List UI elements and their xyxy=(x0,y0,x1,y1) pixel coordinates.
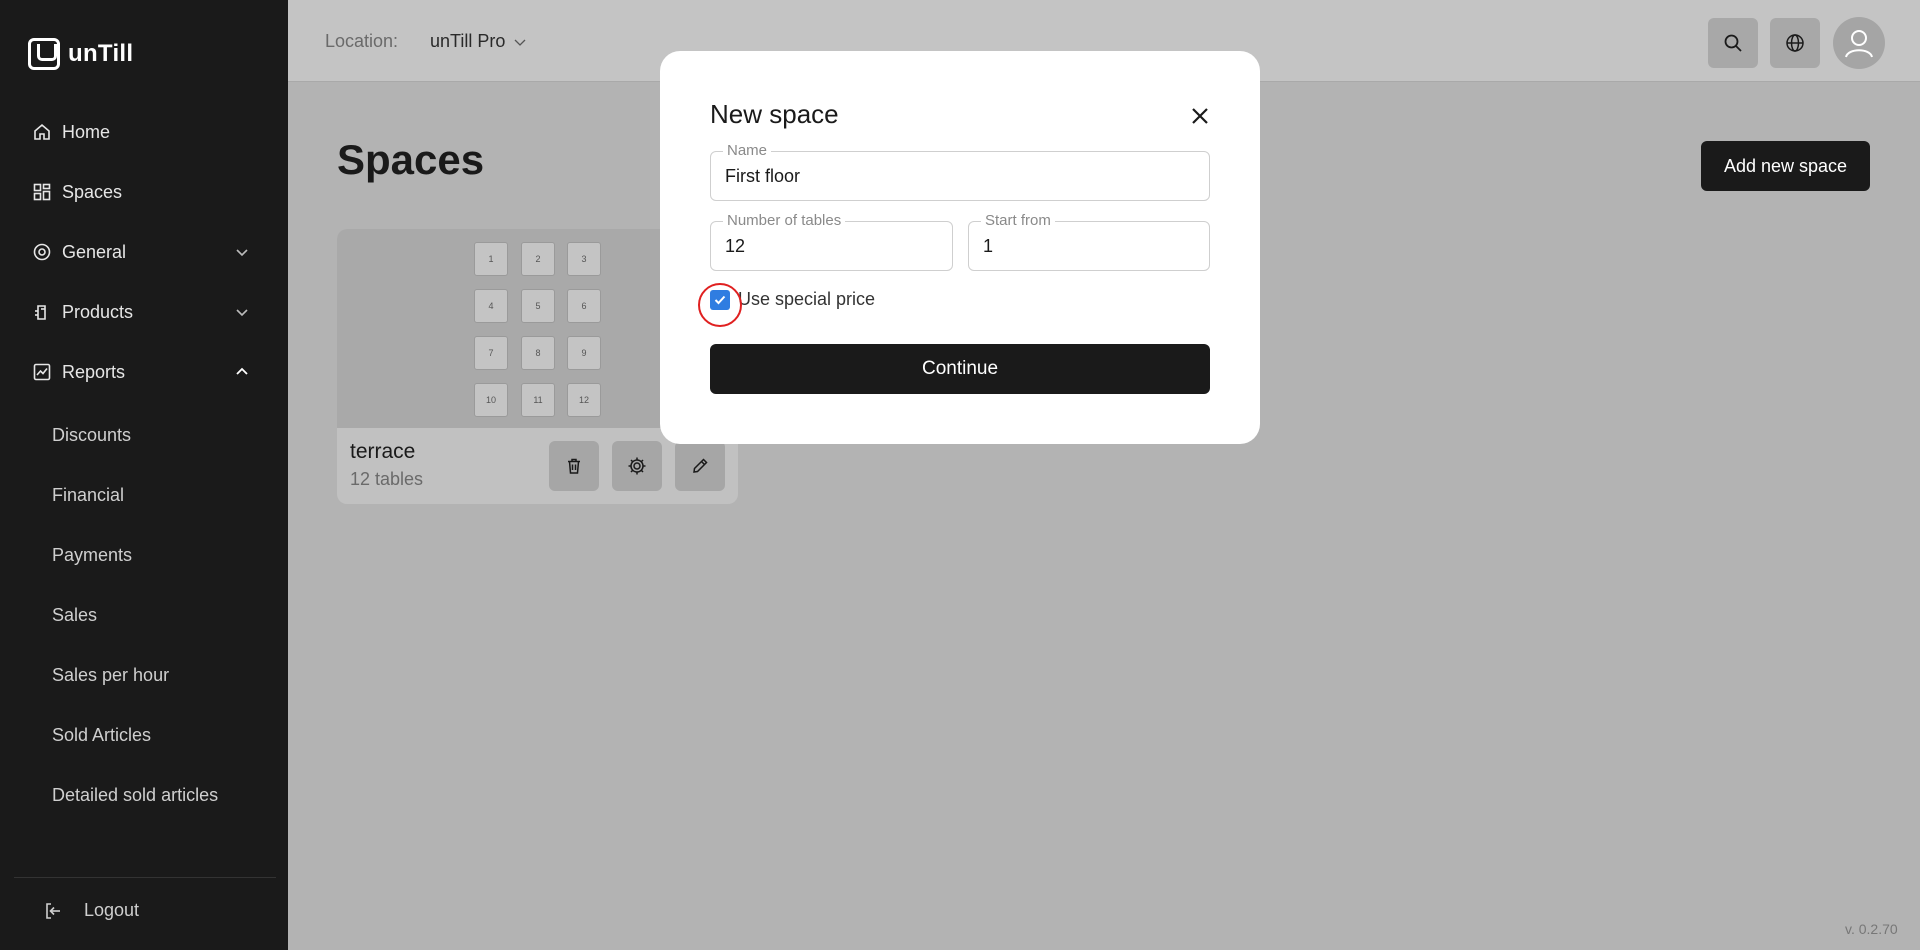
home-icon xyxy=(32,122,52,142)
start-from-input[interactable] xyxy=(983,222,1195,270)
space-name: terrace xyxy=(350,440,416,463)
table-tile: 8 xyxy=(521,336,555,370)
table-tile: 4 xyxy=(474,289,508,323)
logout-icon xyxy=(46,902,60,919)
add-new-space-button[interactable]: Add new space xyxy=(1701,141,1870,191)
close-icon xyxy=(1192,108,1208,124)
sidebar-item-home[interactable]: Home xyxy=(0,110,288,154)
table-tile: 9 xyxy=(567,336,601,370)
dialog-title: New space xyxy=(710,99,839,129)
location-dropdown[interactable]: unTill Pro xyxy=(430,31,527,52)
edit-space-button[interactable] xyxy=(675,441,725,491)
table-tile: 12 xyxy=(567,383,601,417)
location-label: Location: xyxy=(325,31,399,51)
products-icon xyxy=(32,302,52,322)
table-tile: 1 xyxy=(474,242,508,276)
table-tile: 7 xyxy=(474,336,508,370)
chevron-down-icon xyxy=(236,249,248,257)
sidebar-item-spaces[interactable]: Spaces xyxy=(0,170,288,214)
gear-icon xyxy=(628,457,646,475)
app-version: v. 0.2.70 xyxy=(1845,921,1898,937)
sidebar-item-label: General xyxy=(62,241,127,262)
sidebar-item-label: Spaces xyxy=(62,181,123,202)
sidebar-item-label: Home xyxy=(62,121,111,142)
sidebar-subitem-payments[interactable]: Payments xyxy=(52,545,132,566)
sidebar-subitem-sold-articles[interactable]: Sold Articles xyxy=(52,725,151,746)
sidebar-item-reports[interactable]: Reports xyxy=(0,350,288,394)
table-tile: 11 xyxy=(521,383,555,417)
sidebar: unTill Home Spaces General Products Repo… xyxy=(0,0,288,950)
table-tile: 3 xyxy=(567,242,601,276)
special-price-checkbox[interactable] xyxy=(710,289,730,310)
table-tile: 6 xyxy=(567,289,601,323)
delete-space-button[interactable] xyxy=(549,441,599,491)
chart-icon xyxy=(32,362,52,382)
chevron-up-icon xyxy=(236,367,248,375)
special-price-label: Use special price xyxy=(738,289,876,309)
space-settings-button[interactable] xyxy=(612,441,662,491)
language-button[interactable] xyxy=(1770,18,1820,68)
table-tile: 2 xyxy=(521,242,555,276)
sidebar-subitem-detailed-sold-articles[interactable]: Detailed sold articles xyxy=(52,785,218,806)
close-button[interactable] xyxy=(1185,101,1215,131)
tables-field-wrapper: Number of tables xyxy=(710,213,953,271)
sidebar-subitem-financial[interactable]: Financial xyxy=(52,485,124,506)
user-avatar[interactable] xyxy=(1833,17,1885,69)
sidebar-subitem-sales[interactable]: Sales xyxy=(52,605,97,626)
table-tile: 10 xyxy=(474,383,508,417)
search-button[interactable] xyxy=(1708,18,1758,68)
table-tile: 5 xyxy=(521,289,555,323)
sidebar-item-general[interactable]: General xyxy=(0,230,288,274)
settings-circle-icon xyxy=(32,242,52,262)
chevron-down-icon xyxy=(514,39,526,46)
page-title: Spaces xyxy=(337,136,485,183)
pencil-icon xyxy=(693,458,708,473)
sidebar-subitem-sales-per-hour[interactable]: Sales per hour xyxy=(52,665,169,686)
untill-logo-icon xyxy=(28,38,60,70)
brand-logo[interactable]: unTill xyxy=(28,38,133,70)
grid-icon xyxy=(32,182,52,202)
name-input[interactable] xyxy=(725,152,1195,200)
search-icon xyxy=(1724,34,1742,52)
name-field-wrapper: Name xyxy=(710,143,1210,201)
logout-button[interactable]: Logout xyxy=(44,900,139,921)
sidebar-item-label: Reports xyxy=(62,361,126,382)
continue-button[interactable]: Continue xyxy=(710,344,1210,394)
brand-name: unTill xyxy=(68,40,134,67)
globe-icon xyxy=(1786,34,1804,52)
user-icon xyxy=(1845,30,1873,58)
sidebar-subitem-discounts[interactable]: Discounts xyxy=(52,425,131,446)
number-of-tables-input[interactable] xyxy=(725,222,938,270)
check-icon xyxy=(714,295,726,304)
sidebar-item-label: Products xyxy=(62,301,134,322)
logout-label: Logout xyxy=(84,900,140,920)
new-space-dialog: New space Name Number of tables Start fr… xyxy=(660,51,1260,444)
space-table-count: 12 tables xyxy=(350,469,424,489)
trash-icon xyxy=(568,458,580,474)
chevron-down-icon xyxy=(236,309,248,317)
start-field-wrapper: Start from xyxy=(968,213,1210,271)
special-price-option[interactable]: Use special price xyxy=(710,289,875,310)
sidebar-divider xyxy=(14,877,276,878)
location-value: unTill Pro xyxy=(430,31,506,51)
sidebar-item-products[interactable]: Products xyxy=(0,290,288,334)
